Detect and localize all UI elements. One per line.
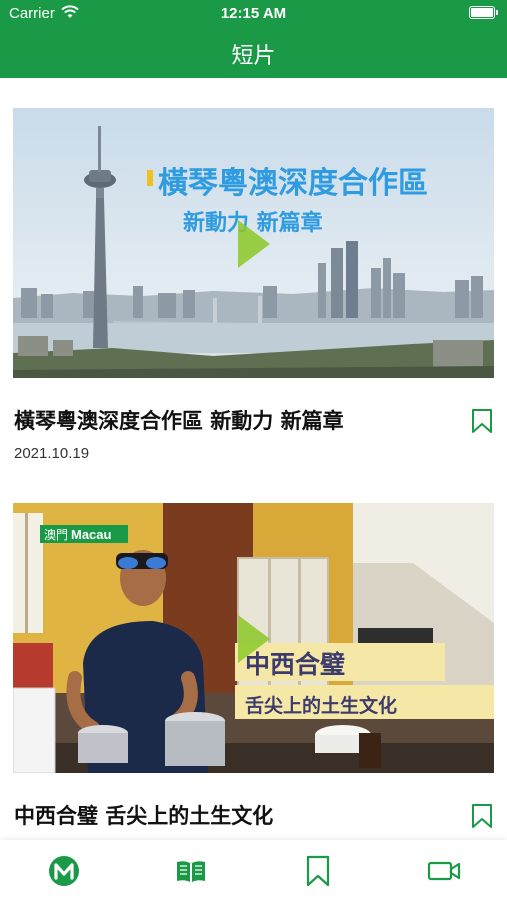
tab-bar [0, 840, 507, 900]
video-camera-icon[interactable] [427, 854, 461, 888]
overlay-subline: 舌尖上的土生文化 [245, 694, 397, 717]
video-date: 2021.10.19 [14, 445, 90, 462]
page-title: 短片 [231, 44, 276, 69]
home-icon[interactable] [47, 854, 81, 888]
logo-text-en: Macau [71, 527, 112, 542]
book-icon[interactable] [174, 854, 208, 888]
overlay-headline: 橫琴粵澳深度合作區 [158, 166, 428, 201]
video-title[interactable]: 中西合璧 舌尖上的土生文化 [14, 800, 273, 830]
play-icon[interactable] [238, 615, 270, 663]
video-thumbnail[interactable]: 澳門 Macau 中西合璧 舌尖上的土生文化 [13, 503, 494, 773]
bookmark-icon[interactable] [470, 408, 494, 434]
video-feed[interactable]: 橫琴粵澳深度合作區 新動力 新篇章 橫琴粵澳深度合作區 新動力 新篇章 2021… [0, 78, 507, 840]
app-header: Carrier 12:15 AM 短片 [0, 0, 507, 78]
logo-text-cn: 澳門 [44, 528, 68, 542]
video-thumbnail[interactable]: 橫琴粵澳深度合作區 新動力 新篇章 [13, 108, 494, 378]
bookmark-tab-icon[interactable] [301, 854, 335, 888]
play-icon[interactable] [238, 220, 270, 268]
video-title[interactable]: 橫琴粵澳深度合作區 新動力 新篇章 [14, 405, 344, 435]
status-time: 12:15 AM [220, 5, 287, 22]
status-bar: Carrier 12:15 AM [0, 0, 507, 28]
battery-icon [469, 6, 498, 19]
bookmark-icon[interactable] [470, 803, 494, 829]
